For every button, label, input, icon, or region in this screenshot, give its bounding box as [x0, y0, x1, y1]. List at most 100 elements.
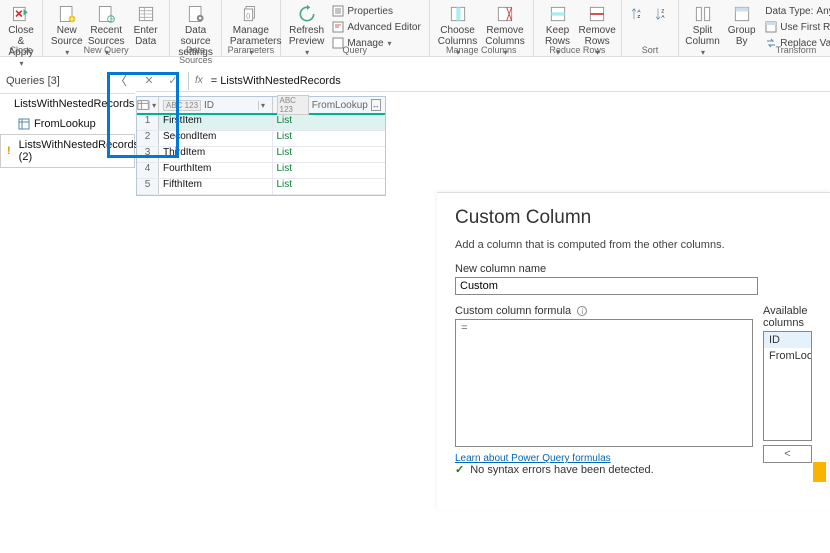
- info-icon[interactable]: i: [577, 306, 587, 316]
- table-row[interactable]: 1FirstItemList: [137, 115, 385, 131]
- properties-label: Properties: [347, 6, 393, 17]
- check-icon: ✓: [455, 463, 464, 476]
- group-label-parameters: Parameters: [222, 45, 280, 56]
- data-type-dropdown[interactable]: Data Type: Any▾: [765, 4, 830, 18]
- table-row[interactable]: 4FourthItemList: [137, 163, 385, 179]
- keep-rows-icon: [547, 4, 569, 24]
- table-row[interactable]: 3ThirdItemList: [137, 147, 385, 163]
- group-label-managecols: Manage Columns: [430, 45, 533, 56]
- formula-cancel-button[interactable]: ✕: [140, 72, 158, 90]
- cell-fromlookup[interactable]: List: [273, 147, 386, 162]
- ribbon-group-query: Refresh Preview▾ Properties Advanced Edi…: [281, 0, 430, 56]
- cell-fromlookup[interactable]: List: [273, 163, 386, 178]
- formula-label-text: Custom column formula: [455, 305, 571, 317]
- svg-text:(): (): [246, 12, 250, 19]
- cell-id[interactable]: FourthItem: [159, 163, 273, 178]
- collapse-chevron-icon[interactable]: 〈: [115, 72, 129, 89]
- new-col-name-label: New column name: [455, 263, 812, 275]
- properties-button[interactable]: Properties: [332, 4, 420, 18]
- svg-text:Z: Z: [661, 9, 664, 14]
- group-label-datasources: Data Sources: [170, 45, 220, 56]
- query-item-name: ListsWithNestedRecords: [14, 98, 134, 110]
- data-source-settings-icon: [185, 4, 207, 24]
- sort-asc-button[interactable]: AZ: [626, 2, 650, 27]
- remove-columns-icon: [494, 4, 516, 24]
- first-row-headers-button[interactable]: Use First Row as Headers▾: [765, 20, 830, 34]
- choose-columns-label: Choose Columns: [438, 25, 477, 47]
- advanced-editor-button[interactable]: Advanced Editor: [332, 20, 420, 34]
- status-text: No syntax errors have been detected.: [470, 464, 653, 476]
- sort-desc-icon: ZA: [654, 4, 670, 24]
- sort-asc-icon: AZ: [630, 4, 646, 24]
- ribbon-group-reduce-rows: Keep Rows▾ Remove Rows▾ Reduce Rows: [534, 0, 622, 56]
- svg-text:Z: Z: [637, 14, 640, 19]
- ribbon-group-data-sources: Data source settings Data Sources: [170, 0, 221, 56]
- cell-fromlookup[interactable]: List: [273, 179, 386, 194]
- table-row[interactable]: 5FifthItemList: [137, 179, 385, 195]
- row-number: 3: [137, 147, 159, 162]
- available-column-item[interactable]: FromLookup: [764, 348, 811, 364]
- group-by-icon: [731, 4, 753, 24]
- group-label-reducerows: Reduce Rows: [534, 45, 621, 56]
- remove-rows-label: Remove Rows: [579, 25, 616, 47]
- queries-header: Queries [3] 〈: [0, 68, 135, 94]
- ribbon-group-close: Close & Apply▾ Close: [0, 0, 43, 56]
- query-item[interactable]: !ListsWithNestedRecords (2): [0, 134, 135, 168]
- insert-button[interactable]: <: [763, 445, 812, 463]
- table-row[interactable]: 2SecondItemList: [137, 131, 385, 147]
- group-label-sort: Sort: [622, 45, 678, 56]
- sort-desc-button[interactable]: ZA: [650, 2, 674, 27]
- query-item[interactable]: ListsWithNestedRecords: [0, 94, 135, 114]
- cell-id[interactable]: FifthItem: [159, 179, 273, 194]
- headers-icon: [765, 21, 777, 33]
- divider: [188, 72, 189, 90]
- query-item-name: ListsWithNestedRecords (2): [19, 139, 139, 163]
- caret-icon: ▾: [149, 101, 158, 110]
- queries-count: Queries [3]: [6, 75, 60, 87]
- col-type-icon: ABC 123: [277, 95, 309, 115]
- row-number: 1: [137, 115, 159, 130]
- cell-id[interactable]: ThirdItem: [159, 147, 273, 162]
- remove-columns-label: Remove Columns: [485, 25, 524, 47]
- table-icon: [18, 118, 30, 130]
- ok-button[interactable]: [813, 462, 826, 482]
- close-apply-button[interactable]: Close & Apply▾: [4, 2, 38, 71]
- manage-parameters-label: Manage Parameters: [230, 25, 272, 47]
- ribbon-group-parameters: () Manage Parameters▾ Parameters: [222, 0, 281, 56]
- ribbon: Close & Apply▾ Close New Source▾ Recent …: [0, 0, 830, 57]
- close-apply-icon: [10, 4, 32, 24]
- expand-column-button[interactable]: ↔: [371, 99, 381, 111]
- formula-label: Custom column formula i: [455, 305, 753, 317]
- grid-corner[interactable]: ▾: [137, 97, 159, 113]
- cell-fromlookup[interactable]: List: [273, 115, 386, 130]
- query-item-name: FromLookup: [34, 118, 96, 130]
- caret-icon[interactable]: ▾: [258, 101, 268, 110]
- refresh-icon: [296, 4, 318, 24]
- first-row-headers-label: Use First Row as Headers: [780, 22, 830, 33]
- row-number: 5: [137, 179, 159, 194]
- refresh-preview-label: Refresh Preview: [289, 25, 325, 47]
- new-source-icon: [56, 4, 78, 24]
- available-column-item[interactable]: ID: [764, 332, 811, 348]
- advanced-editor-label: Advanced Editor: [347, 22, 420, 33]
- table-icon: [137, 99, 149, 111]
- formula-confirm-button[interactable]: ✓: [164, 72, 182, 90]
- column-header-fromlookup[interactable]: ABC 123 FromLookup ↔: [273, 97, 386, 113]
- row-number: 2: [137, 131, 159, 146]
- cell-id[interactable]: SecondItem: [159, 131, 273, 146]
- cell-fromlookup[interactable]: List: [273, 131, 386, 146]
- available-cols-list: IDFromLookup: [763, 331, 812, 441]
- enter-data-icon: [135, 4, 157, 24]
- new-col-name-input[interactable]: [455, 277, 758, 295]
- row-number: 4: [137, 163, 159, 178]
- cell-id[interactable]: FirstItem: [159, 115, 273, 130]
- dialog-title: Custom Column: [455, 207, 812, 229]
- split-column-label: Split Column: [685, 25, 719, 47]
- warn-icon: !: [7, 145, 11, 157]
- column-header-id[interactable]: ABC 123 ID ▾: [159, 97, 273, 113]
- formula-input[interactable]: [209, 73, 826, 89]
- query-item[interactable]: FromLookup: [0, 114, 135, 134]
- formula-input-box[interactable]: =: [455, 319, 753, 447]
- data-type-prefix: Data Type:: [765, 6, 813, 17]
- svg-text:A: A: [661, 14, 665, 19]
